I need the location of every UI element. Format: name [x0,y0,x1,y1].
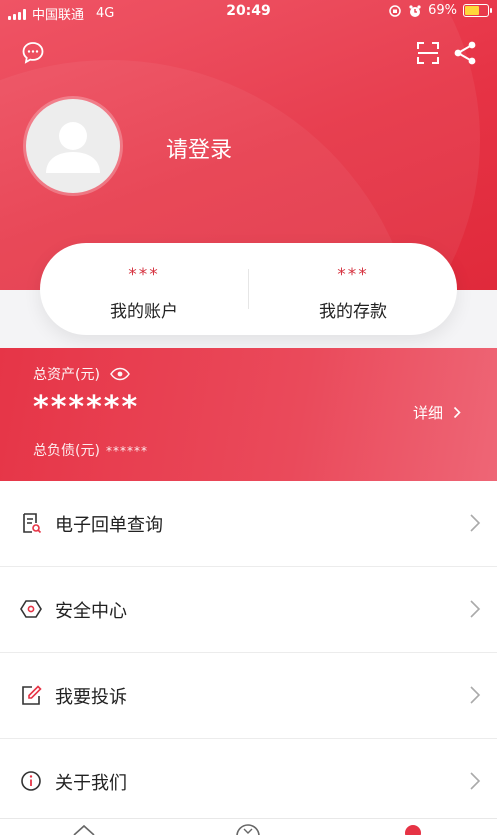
deposit-value: *** [337,265,369,285]
home-icon[interactable] [72,823,96,835]
status-bar: 中国联通 4G 20:49 69% [0,0,497,26]
menu-item-complaint[interactable]: 我要投诉 [0,653,497,739]
my-deposit-button[interactable]: *** 我的存款 [249,243,457,335]
total-debt-label: 总负债(元) [33,443,100,459]
battery-percent: 69% [428,3,457,18]
menu-list: 电子回单查询 安全中心 我要投诉 关于我们 [0,481,497,825]
account-label: 我的账户 [110,302,178,322]
detail-link[interactable]: 详细 [413,402,461,423]
tab-bar [0,818,497,835]
menu-item-receipt-query[interactable]: 电子回单查询 [0,481,497,567]
chevron-right-icon [453,406,461,419]
scan-icon[interactable] [415,40,441,66]
menu-label: 关于我们 [55,773,127,794]
orientation-lock-icon [389,4,401,17]
deposit-label: 我的存款 [319,302,387,322]
total-debt-value: ****** [105,444,148,458]
chevron-right-icon [470,772,481,790]
shield-icon [20,600,42,618]
avatar[interactable] [26,99,120,193]
menu-item-about-us[interactable]: 关于我们 [0,739,497,825]
message-icon[interactable] [20,40,46,66]
my-account-button[interactable]: *** 我的账户 [40,243,248,335]
user-icon [46,122,100,173]
chevron-right-icon [470,600,481,618]
summary-card: *** 我的账户 *** 我的存款 [40,243,457,335]
finance-icon[interactable] [235,823,261,835]
account-value: *** [128,265,160,285]
login-link[interactable]: 请登录 [166,132,232,164]
share-icon[interactable] [452,40,478,66]
info-icon [21,771,41,791]
eye-icon[interactable] [110,367,130,381]
mine-icon[interactable] [403,823,423,835]
receipt-search-icon [23,513,42,534]
battery-icon [463,4,492,17]
detail-label: 详细 [412,404,443,422]
menu-item-security-center[interactable]: 安全中心 [0,567,497,653]
menu-label: 电子回单查询 [55,515,163,536]
total-assets-label: 总资产(元) [33,367,100,383]
menu-label: 安全中心 [55,601,127,622]
chevron-right-icon [470,686,481,704]
chevron-right-icon [470,514,481,532]
assets-panel: 总资产(元) ****** 详细 总负债(元) ****** [0,348,497,481]
total-assets-value: ****** [33,390,140,425]
menu-label: 我要投诉 [55,687,127,708]
alarm-icon [409,4,421,17]
edit-icon [22,685,42,705]
